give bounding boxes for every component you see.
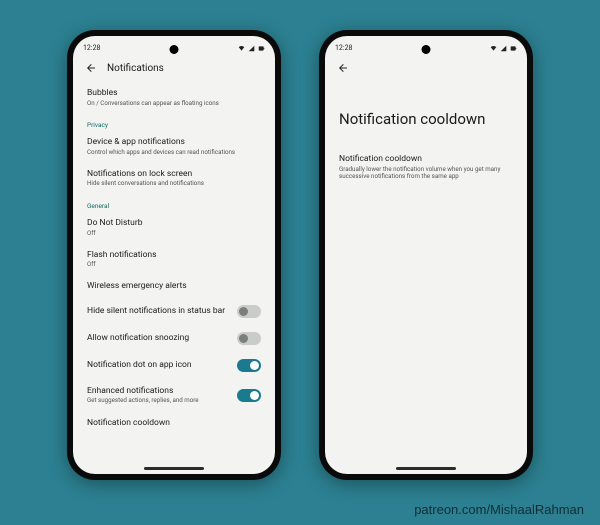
- signal-icon: [248, 45, 255, 52]
- back-icon[interactable]: [85, 62, 97, 74]
- gesture-bar: [144, 467, 204, 470]
- setting-title: Bubbles: [87, 88, 261, 99]
- phones-container: 12:28 Notifications: [0, 0, 600, 480]
- setting-subtitle: Control which apps and devices can read …: [87, 149, 261, 157]
- setting-subtitle: Off: [87, 230, 261, 238]
- setting-title: Enhanced notifications: [87, 386, 199, 397]
- toggle-hide-silent[interactable]: [237, 305, 261, 318]
- back-icon[interactable]: [337, 62, 349, 74]
- phone-frame-right: 12:28 Notification: [319, 30, 533, 480]
- signal-icon: [500, 45, 507, 52]
- status-icons-right: [238, 45, 265, 52]
- setting-snoozing[interactable]: Allow notification snoozing: [87, 325, 261, 352]
- status-icons-right: [490, 45, 517, 52]
- setting-title: Allow notification snoozing: [87, 333, 237, 344]
- setting-title: Hide silent notifications in status bar: [87, 306, 237, 317]
- phone-frame-left: 12:28 Notifications: [67, 30, 281, 480]
- setting-device-app-notifications[interactable]: Device & app notifications Control which…: [87, 131, 261, 162]
- wifi-icon: [238, 45, 245, 52]
- setting-dot-on-icon[interactable]: Notification dot on app icon: [87, 352, 261, 379]
- setting-hide-silent[interactable]: Hide silent notifications in status bar: [87, 298, 261, 325]
- setting-emergency-alerts[interactable]: Wireless emergency alerts: [87, 275, 261, 298]
- page-title: Notifications: [107, 63, 164, 74]
- page-header: Notifications: [73, 56, 275, 82]
- page-header: [325, 56, 527, 82]
- setting-title: Flash notifications: [87, 250, 261, 261]
- setting-bubbles[interactable]: Bubbles On / Conversations can appear as…: [87, 82, 261, 113]
- gesture-bar: [396, 467, 456, 470]
- setting-subtitle: On / Conversations can appear as floatin…: [87, 100, 261, 108]
- punch-hole-camera: [170, 45, 179, 54]
- setting-enhanced[interactable]: Enhanced notifications Get suggested act…: [87, 379, 261, 412]
- setting-title: Notification cooldown: [87, 418, 261, 429]
- setting-title: Notifications on lock screen: [87, 169, 261, 180]
- setting-subtitle: Gradually lower the notification volume …: [339, 166, 513, 182]
- section-label-general: General: [87, 194, 261, 212]
- setting-cooldown-detail[interactable]: Notification cooldown Gradually lower th…: [325, 148, 527, 187]
- setting-notification-cooldown[interactable]: Notification cooldown: [87, 412, 261, 435]
- status-time: 12:28: [83, 44, 100, 52]
- setting-title: Notification cooldown: [339, 154, 513, 165]
- setting-title: Device & app notifications: [87, 137, 261, 148]
- toggle-enhanced[interactable]: [237, 389, 261, 402]
- battery-icon: [510, 45, 517, 52]
- section-label-privacy: Privacy: [87, 113, 261, 131]
- toggle-dot[interactable]: [237, 359, 261, 372]
- setting-title: Wireless emergency alerts: [87, 281, 261, 292]
- settings-list[interactable]: Bubbles On / Conversations can appear as…: [73, 82, 275, 474]
- status-time: 12:28: [335, 44, 352, 52]
- screen-left: 12:28 Notifications: [73, 36, 275, 474]
- toggle-snoozing[interactable]: [237, 332, 261, 345]
- credit-text: patreon.com/MishaalRahman: [414, 502, 584, 517]
- setting-title: Notification dot on app icon: [87, 360, 237, 371]
- setting-lock-screen[interactable]: Notifications on lock screen Hide silent…: [87, 163, 261, 194]
- setting-subtitle: Off: [87, 261, 261, 269]
- setting-dnd[interactable]: Do Not Disturb Off: [87, 212, 261, 243]
- page-big-title: Notification cooldown: [325, 82, 527, 148]
- battery-icon: [258, 45, 265, 52]
- punch-hole-camera: [422, 45, 431, 54]
- setting-flash[interactable]: Flash notifications Off: [87, 244, 261, 275]
- setting-title: Do Not Disturb: [87, 218, 261, 229]
- setting-subtitle: Hide silent conversations and notificati…: [87, 180, 261, 188]
- setting-subtitle: Get suggested actions, replies, and more: [87, 397, 199, 405]
- screen-right: 12:28 Notification: [325, 36, 527, 474]
- wifi-icon: [490, 45, 497, 52]
